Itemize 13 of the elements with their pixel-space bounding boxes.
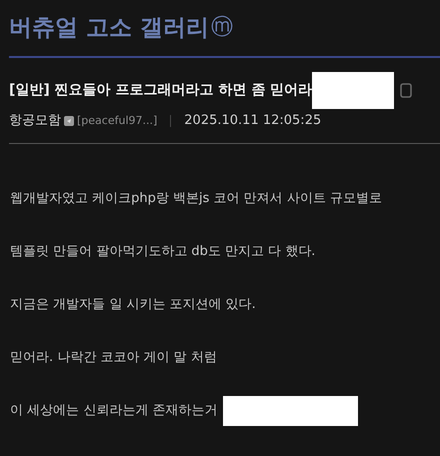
author-id: [peaceful97...] [77,112,158,129]
body-text: 지금은 개발자들 일 시키는 포지션에 있다. [10,296,256,314]
author-name[interactable]: 항공모함 [9,111,61,131]
body-text: 이 세상에는 신뢰라는게 존재하는거 [10,402,218,420]
mobile-icon [400,82,412,98]
body-text: 템플릿 만들어 팔아먹기도하고 db도 만지고 다 했다. [10,242,316,261]
gallery-title[interactable]: 버츄얼 고소 갤러리 [9,16,210,40]
body-text: 웹개발자였고 케이크php랑 백본js 코어 만져서 사이트 규모별로 [10,190,382,208]
post-title: [일반] 찐요들아 프로그래머라고 하면 좀 믿어라 [9,80,312,100]
body-text: 믿어라. 나락간 코코아 게이 말 처럼 [10,348,217,367]
gallery-symbol-text: ⓜ [211,17,234,39]
post-date: 2025.10.11 12:05:25 [184,112,322,130]
member-icon [64,116,74,126]
